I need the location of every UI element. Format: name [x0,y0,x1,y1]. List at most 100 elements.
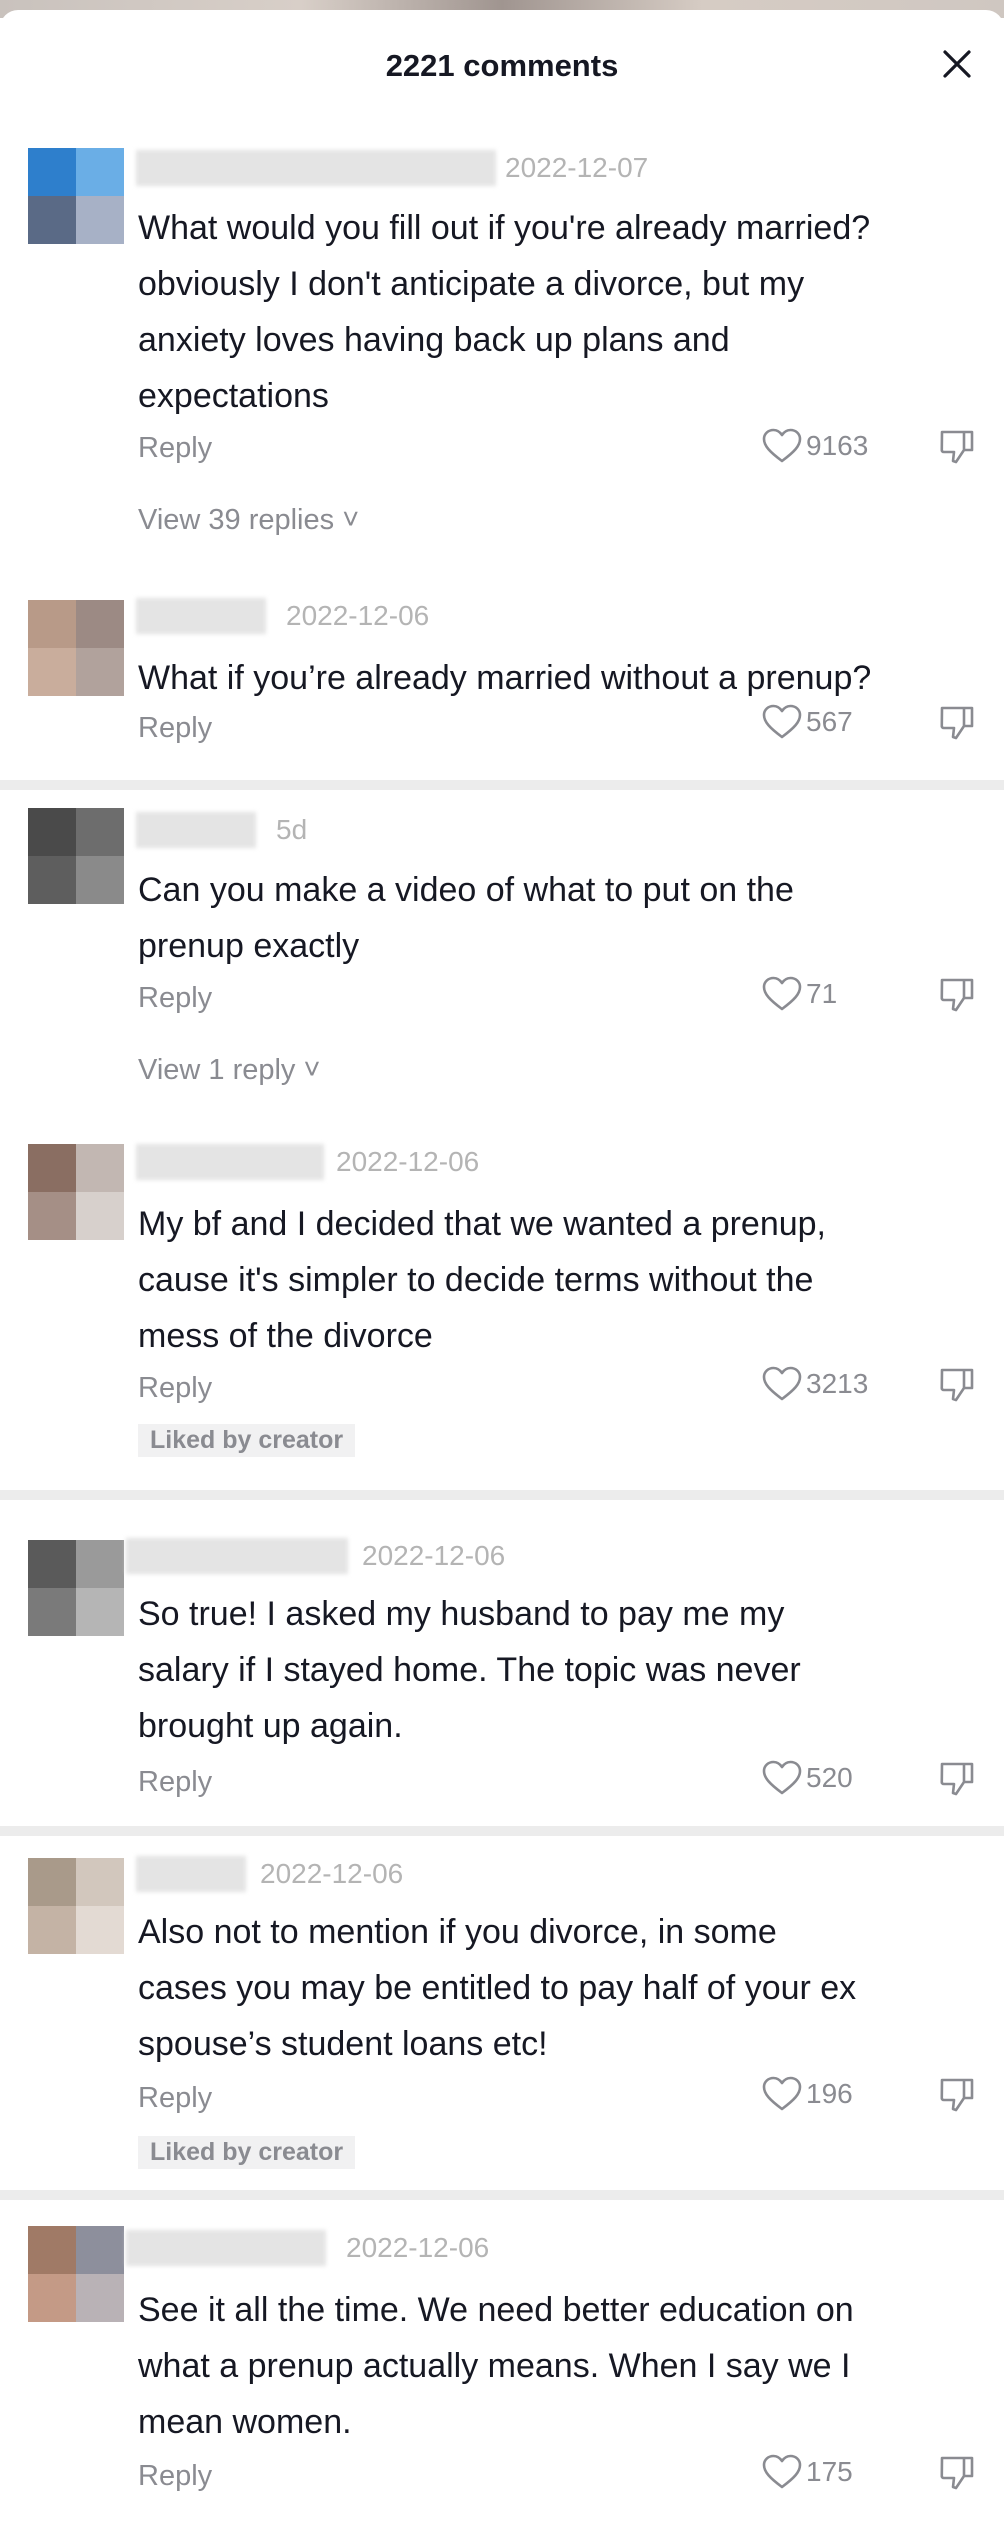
username-redacted [126,1538,348,1574]
comment-date: 2022-12-06 [260,1858,404,1889]
avatar[interactable] [28,600,124,696]
dislike-button[interactable] [938,428,976,471]
like-button[interactable]: 3213 [762,1366,868,1402]
avatar[interactable] [28,808,124,904]
thumbs-down-icon [940,2078,974,2112]
thumbs-down-icon [940,2456,974,2490]
like-count: 3213 [806,1368,869,1399]
comment-text-line: what a prenup actually means. When I say… [138,2347,851,2385]
like-button[interactable]: 520 [762,1760,853,1796]
close-button[interactable] [935,42,979,86]
comment-date: 2022-12-06 [346,2232,490,2263]
thumbs-down-icon [940,1368,974,1402]
comment-date: 2022-12-07 [505,152,649,183]
heart-icon [762,1760,802,1795]
comment-date: 5d [276,814,308,845]
comment-text-line: See it all the time. We need better educ… [138,2291,854,2329]
username-redacted [126,2230,326,2266]
dislike-button[interactable] [938,2076,976,2119]
like-count: 9163 [806,430,869,461]
dislike-button[interactable] [938,704,976,747]
thumbs-down-icon [940,430,974,464]
section-divider [0,780,1004,790]
dislike-button[interactable] [938,976,976,1019]
comment-text-line: What if you’re already married without a… [138,659,872,697]
comment-text-line: prenup exactly [138,927,360,965]
comment-date: 2022-12-06 [362,1540,506,1571]
comment-text-line: obviously I don't anticipate a divorce, … [138,265,805,303]
view-replies-link[interactable]: View 1 reply ˅ [138,1054,320,1087]
thumbs-down-icon [940,706,974,740]
close-icon [943,50,971,78]
comment-text-line: So true! I asked my husband to pay me my [138,1595,785,1633]
like-count: 567 [806,706,853,737]
avatar[interactable] [28,1144,124,1240]
dislike-button[interactable] [938,1366,976,1409]
comment-text-line: Also not to mention if you divorce, in s… [138,1913,777,1951]
comment-text: What if you’re already married without a… [138,650,988,706]
username-redacted [136,812,256,848]
comment-text-line: What would you fill out if you're alread… [138,209,871,247]
section-divider [0,1490,1004,1500]
dislike-button[interactable] [938,2454,976,2497]
heart-icon [762,2454,802,2489]
comment-text: Also not to mention if you divorce, in s… [138,1904,988,2072]
username-redacted [136,1856,246,1892]
dislike-button[interactable] [938,1760,976,1803]
avatar[interactable] [28,148,124,244]
like-button[interactable]: 196 [762,2076,853,2112]
heart-icon [762,2076,802,2111]
comment-text-line: cases you may be entitled to pay half of… [138,1969,857,2007]
comment-text-line: brought up again. [138,1707,403,1745]
comment-text-line: cause it's simpler to decide terms witho… [138,1261,814,1299]
heart-icon [762,1366,802,1401]
reply-button[interactable]: Reply [138,2082,212,2115]
comment-text: So true! I asked my husband to pay me my… [138,1586,988,1754]
reply-button[interactable]: Reply [138,432,212,465]
comment-text: Can you make a video of what to put on t… [138,862,988,974]
avatar[interactable] [28,2226,124,2322]
reply-button[interactable]: Reply [138,2460,212,2493]
thumbs-down-icon [940,978,974,1012]
like-count: 520 [806,1762,853,1793]
comment-text: My bf and I decided that we wanted a pre… [138,1196,988,1364]
like-button[interactable]: 9163 [762,428,868,464]
like-button[interactable]: 71 [762,976,837,1012]
reply-button[interactable]: Reply [138,1372,212,1405]
reply-button[interactable]: Reply [138,712,212,745]
like-button[interactable]: 567 [762,704,853,740]
comments-count-title: 2221 comments [385,48,619,83]
like-button[interactable]: 175 [762,2454,853,2490]
comment-text-line: Can you make a video of what to put on t… [138,871,794,909]
comment-text-line: mess of the divorce [138,1317,433,1355]
username-redacted [136,1144,324,1180]
liked-by-creator-badge: Liked by creator [138,1424,356,1457]
comment-date: 2022-12-06 [286,600,430,631]
comment-text: What would you fill out if you're alread… [138,200,988,424]
avatar[interactable] [28,1540,124,1636]
username-redacted [136,598,266,634]
comment-text-line: salary if I stayed home. The topic was n… [138,1651,801,1689]
section-divider [0,1826,1004,1836]
avatar[interactable] [28,1858,124,1954]
view-replies-link[interactable]: View 39 replies ˅ [138,504,359,537]
comment-text-line: mean women. [138,2403,352,2441]
heart-icon [762,704,802,739]
reply-button[interactable]: Reply [138,1766,212,1799]
username-redacted [136,150,496,186]
section-divider [0,2190,1004,2200]
heart-icon [762,428,802,463]
heart-icon [762,976,802,1011]
reply-button[interactable]: Reply [138,982,212,1015]
comment-text-line: My bf and I decided that we wanted a pre… [138,1205,827,1243]
comment-date: 2022-12-06 [336,1146,480,1177]
thumbs-down-icon [940,1762,974,1796]
like-count: 175 [806,2456,853,2487]
liked-by-creator-badge: Liked by creator [138,2136,356,2169]
comment-text: See it all the time. We need better educ… [138,2282,988,2450]
comment-text-line: expectations [138,377,329,415]
comment-text-line: spouse’s student loans etc! [138,2025,548,2063]
like-count: 71 [806,978,838,1009]
comment-text-line: anxiety loves having back up plans and [138,321,730,359]
like-count: 196 [806,2078,853,2109]
